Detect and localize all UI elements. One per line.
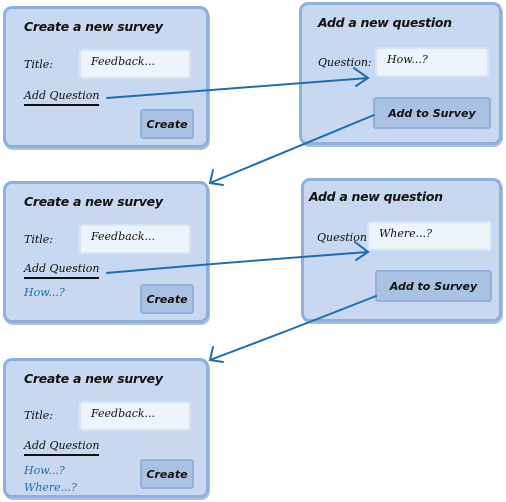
arrow-head <box>354 241 370 261</box>
arrow-head <box>353 67 370 87</box>
arrow-add-question-to-question-form-2 <box>106 251 369 274</box>
arrow-add-question-to-question-form-1 <box>106 77 369 99</box>
arrow-add-to-survey-to-survey-3 <box>209 295 377 361</box>
arrow-head <box>208 346 224 363</box>
flow-arrows <box>106 67 377 363</box>
arrow-add-to-survey-to-survey-2 <box>209 114 375 184</box>
